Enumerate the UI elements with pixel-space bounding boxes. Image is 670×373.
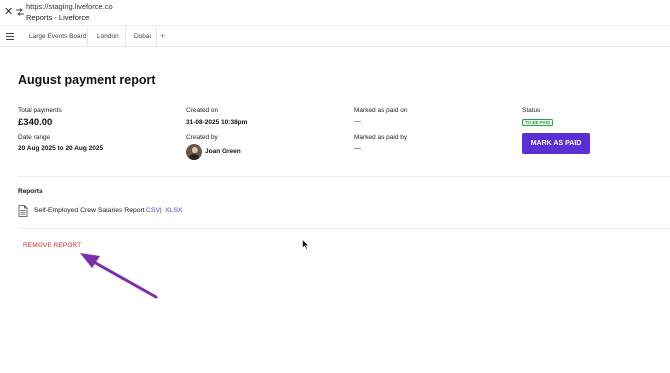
board-tab-bar: Large Events Board London Dubai + <box>0 27 670 47</box>
created-by-value: Joan Green <box>205 148 241 155</box>
divider <box>18 228 670 229</box>
remove-report-button[interactable]: REMOVE REPORT <box>23 242 81 249</box>
document-icon <box>18 205 28 217</box>
divider <box>18 176 670 177</box>
link-separator: | <box>160 207 162 214</box>
created-on-label: Created on <box>186 107 219 114</box>
status-label: Status <box>522 107 541 114</box>
page-title: August payment report <box>18 73 156 87</box>
browser-page-title: Reports - Liveforce <box>26 13 90 22</box>
total-payments-label: Total payments <box>18 107 62 114</box>
csv-download-link[interactable]: CSV <box>146 207 160 214</box>
marked-paid-by-value: — <box>354 145 361 152</box>
tab-dubai[interactable]: Dubai <box>126 27 157 47</box>
created-on-value: 31-08-2025 10:38pm <box>186 119 248 126</box>
mouse-cursor-icon <box>302 239 310 250</box>
menu-icon[interactable] <box>6 33 14 41</box>
date-range-value: 20 Aug 2025 to 20 Aug 2025 <box>18 145 104 152</box>
xlsx-download-link[interactable]: XLSX <box>165 207 182 214</box>
tab-london[interactable]: London <box>88 27 126 47</box>
avatar <box>186 144 202 160</box>
marked-paid-on-label: Marked as paid on <box>354 107 408 114</box>
report-name: Self-Employed Crew Salaries Report <box>34 207 145 214</box>
connection-settings-icon[interactable] <box>16 8 24 16</box>
date-range-label: Date range <box>18 134 51 141</box>
created-by-label: Created by <box>186 134 218 141</box>
annotation-arrow <box>80 253 158 299</box>
total-payments-value: £340.00 <box>18 117 53 128</box>
marked-paid-on-value: — <box>354 118 361 125</box>
browser-address-bar: ✕ https://staging.liveforce.co Reports -… <box>0 0 670 26</box>
status-badge: TO BE PAID <box>522 119 554 126</box>
tab-large-events-board[interactable]: Large Events Board <box>20 27 88 47</box>
mark-as-paid-button[interactable]: MARK AS PAID <box>522 133 590 154</box>
add-tab-button[interactable]: + <box>160 27 165 47</box>
reports-section-title: Reports <box>18 188 43 195</box>
marked-paid-by-label: Marked as paid by <box>354 134 408 141</box>
url-text[interactable]: https://staging.liveforce.co <box>26 2 113 11</box>
close-icon[interactable]: ✕ <box>4 6 14 18</box>
